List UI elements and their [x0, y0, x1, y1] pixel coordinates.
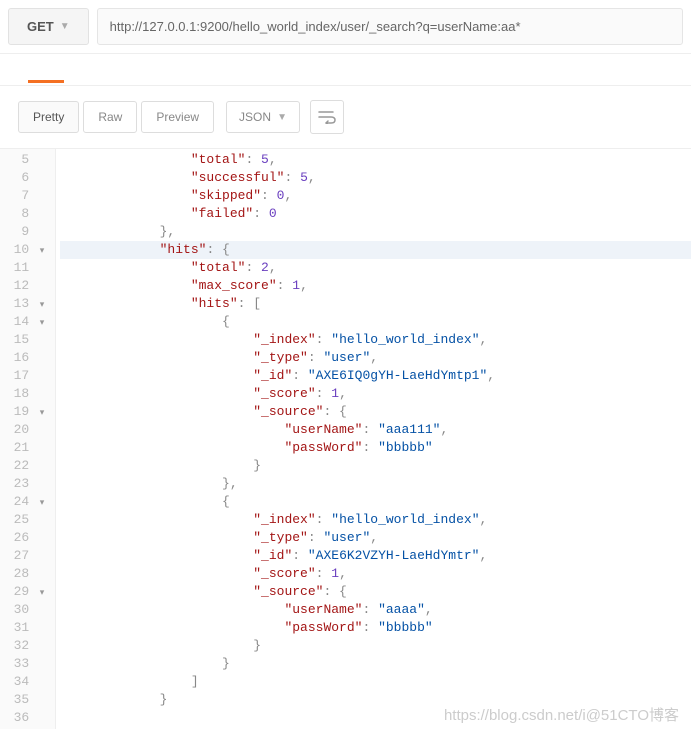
view-preview[interactable]: Preview — [141, 101, 214, 133]
line-number: 15 — [4, 331, 47, 349]
method-selector[interactable]: GET ▼ — [8, 8, 89, 45]
response-controls: Pretty Raw Preview JSON ▼ — [0, 86, 691, 149]
chevron-down-icon: ▼ — [60, 21, 70, 32]
code-line: "hits": [ — [60, 295, 691, 313]
code-line: "passWord": "bbbbb" — [60, 619, 691, 637]
line-number: 7 — [4, 187, 47, 205]
line-number: 32 — [4, 637, 47, 655]
line-number: 35 — [4, 691, 47, 709]
line-number: 14 ▾ — [4, 313, 47, 331]
wrap-lines-button[interactable] — [310, 100, 344, 134]
code-line: "userName": "aaaa", — [60, 601, 691, 619]
line-number: 22 — [4, 457, 47, 475]
code-line: "total": 2, — [60, 259, 691, 277]
line-number: 34 — [4, 673, 47, 691]
line-number: 33 — [4, 655, 47, 673]
method-label: GET — [27, 19, 54, 34]
code-line: "passWord": "bbbbb" — [60, 439, 691, 457]
url-input[interactable] — [97, 8, 683, 45]
code-line: "userName": "aaa111", — [60, 421, 691, 439]
line-number: 28 — [4, 565, 47, 583]
code-line: "hits": { — [60, 241, 691, 259]
line-number: 20 — [4, 421, 47, 439]
code-line: "_score": 1, — [60, 385, 691, 403]
line-number: 8 — [4, 205, 47, 223]
code-line: "_score": 1, — [60, 565, 691, 583]
line-number: 24 ▾ — [4, 493, 47, 511]
line-number: 25 — [4, 511, 47, 529]
code-line: "_type": "user", — [60, 529, 691, 547]
line-number: 31 — [4, 619, 47, 637]
line-number: 12 — [4, 277, 47, 295]
active-tab-indicator — [28, 80, 64, 83]
fold-toggle[interactable]: ▾ — [37, 584, 47, 602]
line-number: 13 ▾ — [4, 295, 47, 313]
response-body: 5 6 7 8 9 10 ▾11 12 13 ▾14 ▾15 16 17 18 … — [0, 149, 691, 729]
tab-strip — [0, 54, 691, 86]
line-number: 5 — [4, 151, 47, 169]
code-line: } — [60, 691, 691, 709]
code-line: { — [60, 313, 691, 331]
line-number: 26 — [4, 529, 47, 547]
line-gutter: 5 6 7 8 9 10 ▾11 12 13 ▾14 ▾15 16 17 18 … — [0, 149, 56, 729]
line-number: 29 ▾ — [4, 583, 47, 601]
code-line: "_type": "user", — [60, 349, 691, 367]
fold-toggle[interactable]: ▾ — [37, 404, 47, 422]
code-line: "skipped": 0, — [60, 187, 691, 205]
line-number: 19 ▾ — [4, 403, 47, 421]
line-number: 9 — [4, 223, 47, 241]
code-line: "_index": "hello_world_index", — [60, 511, 691, 529]
line-number: 23 — [4, 475, 47, 493]
code-line: } — [60, 637, 691, 655]
line-number: 10 ▾ — [4, 241, 47, 259]
code-line: "successful": 5, — [60, 169, 691, 187]
line-number: 21 — [4, 439, 47, 457]
line-number: 27 — [4, 547, 47, 565]
fold-toggle[interactable]: ▾ — [37, 242, 47, 260]
fold-toggle[interactable]: ▾ — [37, 494, 47, 512]
code-line: "_source": { — [60, 403, 691, 421]
view-pretty[interactable]: Pretty — [18, 101, 79, 133]
code-line: "_id": "AXE6IQ0gYH-LaeHdYmtp1", — [60, 367, 691, 385]
format-label: JSON — [239, 110, 271, 124]
fold-toggle[interactable]: ▾ — [37, 314, 47, 332]
code-line: "_index": "hello_world_index", — [60, 331, 691, 349]
request-bar: GET ▼ — [0, 0, 691, 54]
code-line: "_source": { — [60, 583, 691, 601]
code-line: "max_score": 1, — [60, 277, 691, 295]
code-line: }, — [60, 475, 691, 493]
line-number: 11 — [4, 259, 47, 277]
code-line: "_id": "AXE6K2VZYH-LaeHdYmtr", — [60, 547, 691, 565]
code-line: { — [60, 493, 691, 511]
chevron-down-icon: ▼ — [277, 112, 287, 123]
fold-toggle[interactable]: ▾ — [37, 296, 47, 314]
code-line: ] — [60, 673, 691, 691]
line-number: 18 — [4, 385, 47, 403]
code-line: } — [60, 457, 691, 475]
view-raw[interactable]: Raw — [83, 101, 137, 133]
line-number: 30 — [4, 601, 47, 619]
line-number: 6 — [4, 169, 47, 187]
code-line: "total": 5, — [60, 151, 691, 169]
line-number: 16 — [4, 349, 47, 367]
wrap-icon — [318, 110, 336, 124]
code-line: "failed": 0 — [60, 205, 691, 223]
format-selector[interactable]: JSON ▼ — [226, 101, 300, 133]
code-content[interactable]: "total": 5, "successful": 5, "skipped": … — [56, 149, 691, 729]
code-line: }, — [60, 223, 691, 241]
line-number: 17 — [4, 367, 47, 385]
code-line: } — [60, 655, 691, 673]
